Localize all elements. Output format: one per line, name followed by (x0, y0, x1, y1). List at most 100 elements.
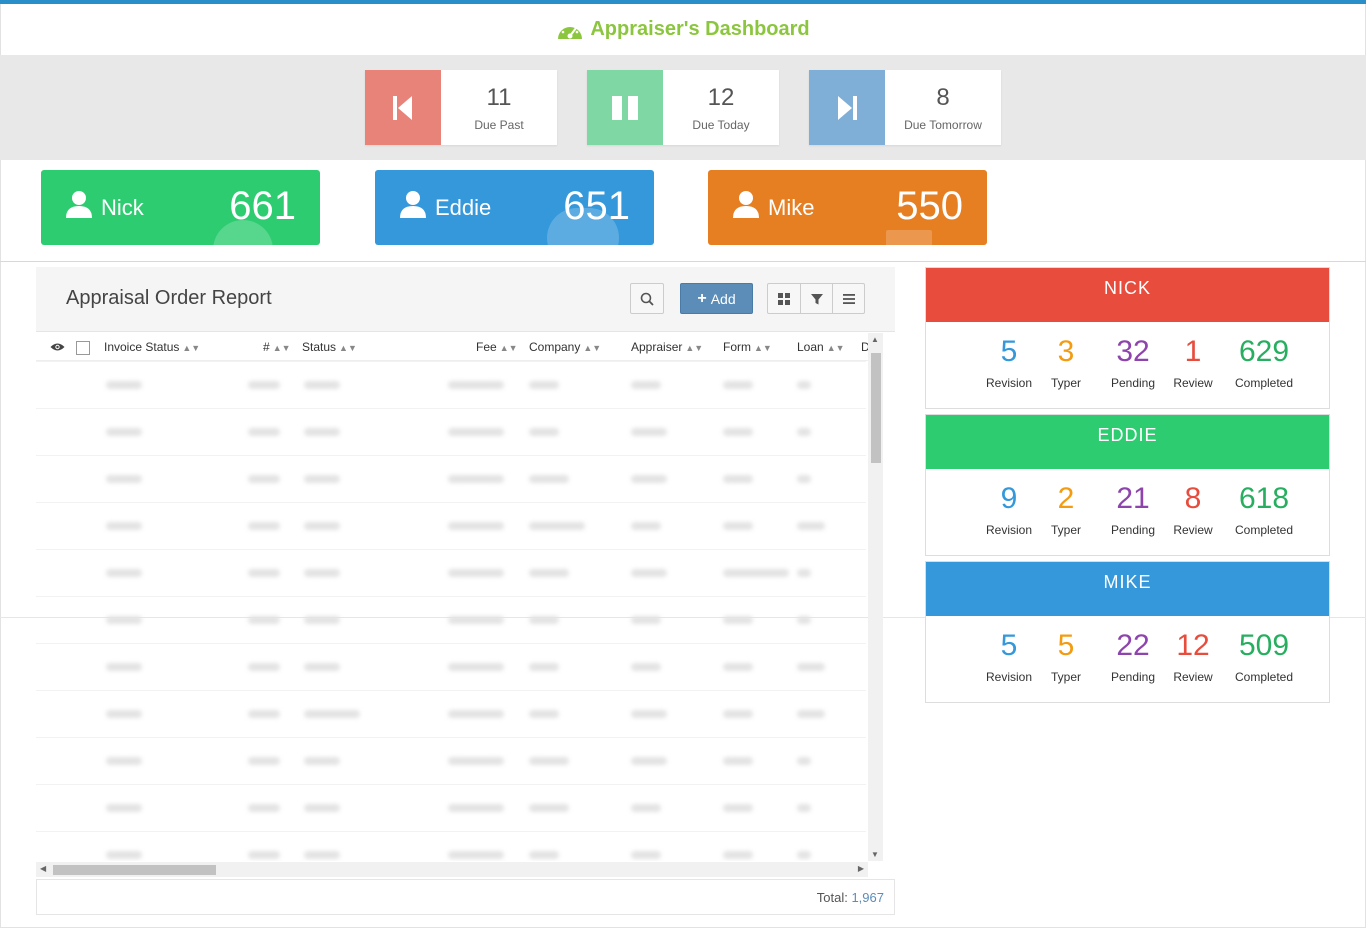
column-header-status[interactable]: Status ▲▼ (302, 340, 357, 354)
dashboard-gauge-icon (558, 22, 583, 39)
user-card-mike[interactable]: Mike 550 (708, 170, 987, 245)
stat-completed: 509 Completed (1234, 629, 1294, 684)
table-header: Invoice Status ▲▼ # ▲▼ Status ▲▼ Fee ▲▼ Comp… (36, 333, 870, 361)
page-header: Appraiser's Dashboard (0, 4, 1366, 55)
column-header-number[interactable]: # ▲▼ (263, 340, 291, 354)
scroll-left-arrow-icon[interactable]: ◀ (40, 864, 46, 873)
due-today-label: Due Today (692, 117, 750, 132)
due-tomorrow-count: 8 (936, 83, 950, 111)
total-count: Total: 1,967 (816, 890, 884, 905)
stats-card-title: NICK (926, 268, 1329, 322)
column-header-company[interactable]: Company ▲▼ (529, 340, 601, 354)
stats-card-eddie: EDDIE 9 Revision 2 Typer 21 Pending 8 Review… (925, 414, 1330, 556)
table-row[interactable] (36, 831, 866, 861)
add-button-label: Add (710, 290, 736, 307)
skip-forward-icon (838, 95, 857, 120)
table-body (36, 361, 866, 861)
due-past-card[interactable]: 11 Due Past (365, 70, 557, 145)
appraisal-order-report: Appraisal Order Report + Add Invoice Sta… (36, 267, 895, 915)
column-header-fee[interactable]: Fee ▲▼ (476, 340, 518, 354)
due-tomorrow-label: Due Tomorrow (904, 117, 982, 132)
user-name: Nick (101, 195, 144, 220)
scroll-down-arrow-icon[interactable]: ▼ (871, 850, 879, 859)
due-today-icon-box (587, 70, 663, 145)
user-name: Mike (768, 195, 815, 220)
column-header-appraiser[interactable]: Appraiser ▲▼ (631, 340, 703, 354)
grid-icon (778, 292, 790, 305)
sort-icon: ▲▼ (754, 343, 772, 353)
search-button[interactable] (630, 283, 664, 314)
stat-review: 1 Review (1173, 335, 1213, 390)
table-row[interactable] (36, 643, 866, 690)
user-count: 550 (896, 184, 963, 228)
stat-review: 8 Review (1173, 482, 1213, 537)
due-tomorrow-card[interactable]: 8 Due Tomorrow (809, 70, 1001, 145)
user-icon (400, 191, 426, 218)
sort-icon: ▲▼ (583, 343, 602, 353)
stat-completed: 629 Completed (1234, 335, 1294, 390)
due-summary-band: 11 Due Past 12 Due Today 8 Due Tomorrow (0, 55, 1366, 160)
horizontal-scrollbar[interactable]: ◀ ▶ (36, 862, 868, 877)
table-row[interactable] (36, 455, 866, 502)
table-row[interactable] (36, 784, 866, 831)
eye-icon[interactable] (50, 342, 65, 352)
page-title: Appraiser's Dashboard (590, 18, 810, 40)
column-header-loan[interactable]: Loan ▲▼ (797, 340, 845, 354)
sort-icon: ▲▼ (339, 343, 357, 353)
table-row[interactable] (36, 361, 866, 408)
table-row[interactable] (36, 502, 866, 549)
due-past-count: 11 (486, 83, 512, 111)
sort-icon: ▲▼ (182, 343, 201, 353)
user-count: 651 (563, 184, 630, 228)
section-divider (0, 261, 1366, 262)
hamburger-menu-icon (842, 293, 855, 304)
due-tomorrow-icon-box (809, 70, 885, 145)
user-card-decoration (886, 230, 932, 245)
user-card-eddie[interactable]: Eddie 651 (375, 170, 654, 245)
table-footer: Total: 1,967 (36, 879, 895, 915)
stats-card-title: MIKE (926, 562, 1329, 616)
column-header-invoice-status[interactable]: Invoice Status ▲▼ (104, 340, 200, 354)
add-button[interactable]: + Add (680, 283, 753, 314)
horizontal-scroll-thumb[interactable] (53, 865, 216, 875)
filter-button[interactable] (800, 283, 833, 314)
due-today-card[interactable]: 12 Due Today (587, 70, 779, 145)
sort-icon: ▲▼ (499, 343, 518, 353)
report-header: Appraisal Order Report + Add (36, 267, 895, 332)
scroll-right-arrow-icon[interactable]: ▶ (858, 864, 864, 873)
stat-review: 12 Review (1173, 629, 1213, 684)
user-card-nick[interactable]: Nick 661 (41, 170, 320, 245)
search-icon (640, 292, 654, 306)
filter-icon (810, 293, 823, 304)
stats-card-mike: MIKE 5 Revision 5 Typer 22 Pending 12 Review… (925, 561, 1330, 703)
sort-icon: ▲▼ (826, 343, 845, 353)
due-past-icon-box (365, 70, 441, 145)
vertical-scroll-thumb[interactable] (871, 353, 881, 463)
stats-card-nick: NICK 5 Revision 3 Typer 32 Pending 1 Review … (925, 267, 1330, 409)
due-today-count: 12 (707, 83, 735, 111)
user-name: Eddie (435, 195, 492, 220)
sort-icon: ▲▼ (685, 343, 704, 353)
sort-icon: ▲▼ (272, 343, 291, 353)
due-past-label: Due Past (474, 117, 524, 132)
grid-view-button[interactable] (767, 283, 801, 314)
pause-icon (612, 95, 638, 120)
table-row[interactable] (36, 737, 866, 784)
table-row[interactable] (36, 596, 866, 643)
table-row[interactable] (36, 549, 866, 596)
user-icon (733, 191, 759, 218)
user-icon (66, 191, 92, 218)
scroll-up-arrow-icon[interactable]: ▲ (871, 335, 879, 344)
select-all-checkbox[interactable] (76, 341, 90, 355)
stats-card-title: EDDIE (926, 415, 1329, 469)
menu-button[interactable] (832, 283, 865, 314)
skip-back-icon (393, 95, 412, 120)
table-row[interactable] (36, 408, 866, 455)
plus-icon: + (697, 289, 707, 307)
report-title: Appraisal Order Report (66, 287, 272, 309)
user-count: 661 (229, 184, 296, 228)
table-row[interactable] (36, 690, 866, 737)
stat-completed: 618 Completed (1234, 482, 1294, 537)
vertical-scrollbar[interactable]: ▲ ▼ (868, 333, 883, 861)
column-header-form[interactable]: Form ▲▼ (723, 340, 772, 354)
